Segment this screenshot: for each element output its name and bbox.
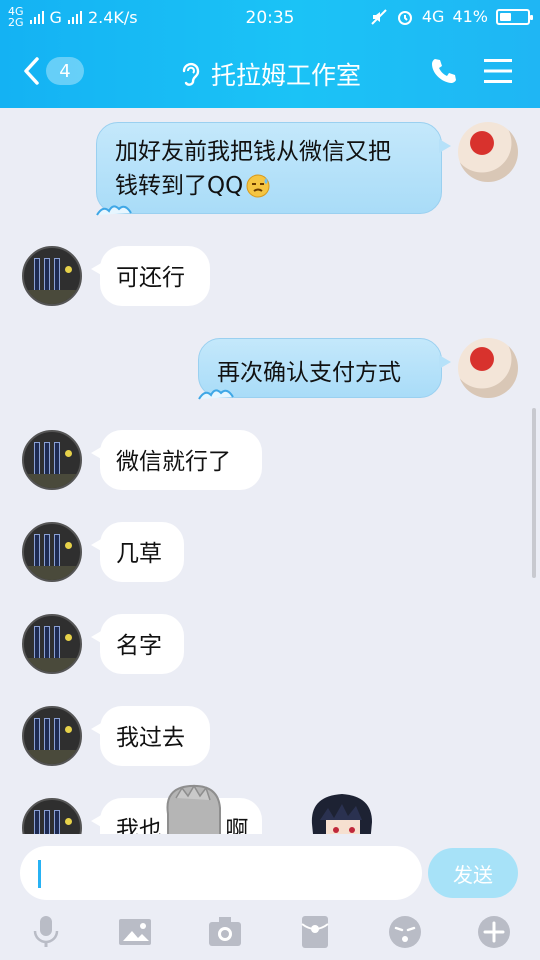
message-text: 可还行 — [116, 265, 185, 291]
message-text: 再次确认支付方式 — [217, 360, 401, 386]
camera-icon[interactable] — [207, 914, 243, 950]
message-bubble-in[interactable]: 几草 — [91, 522, 184, 582]
message-bubble-in[interactable]: 可还行 — [91, 246, 210, 306]
wave-decoration-icon — [198, 389, 234, 400]
red-packet-icon[interactable] — [297, 914, 333, 950]
top-header: 4G 2G G 2.4K/s 20:35 4G 41% 4 托拉姆工作室 — [0, 0, 540, 108]
self-avatar[interactable] — [458, 338, 518, 398]
message-text: 我过去 — [116, 725, 185, 751]
emoji-icon[interactable] — [387, 914, 423, 950]
anime-character-sticker — [311, 794, 372, 834]
message-text: 加好友前我把钱从微信又把 — [115, 139, 391, 165]
status-bar: 4G 2G G 2.4K/s 20:35 4G 41% — [0, 0, 540, 36]
contact-avatar[interactable] — [22, 430, 82, 490]
phone-call-icon[interactable] — [428, 56, 458, 86]
plus-icon[interactable] — [476, 914, 512, 950]
contact-avatar[interactable] — [22, 706, 82, 766]
menu-icon[interactable] — [484, 58, 512, 84]
title-bar: 4 托拉姆工作室 — [0, 36, 540, 108]
status-right: 4G 41% — [370, 7, 533, 26]
ear-icon — [182, 62, 200, 86]
network-4g-right: 4G — [421, 7, 445, 26]
message-text: 微信就行了 — [116, 449, 231, 475]
message-bubble-in[interactable]: 我过去 — [91, 706, 210, 766]
alarm-icon — [397, 10, 412, 25]
mute-icon — [371, 8, 387, 25]
message-text-line2: 钱转到了QQ — [115, 173, 244, 199]
sticker-overlay — [166, 784, 372, 834]
send-button[interactable]: 发送 — [428, 848, 518, 898]
message-bubble-out[interactable]: 再次确认支付方式 — [198, 338, 451, 400]
message-bubble-out[interactable]: 加好友前我把钱从微信又把 钱转到了QQ — [96, 122, 451, 216]
battery-icon — [496, 8, 533, 25]
input-toolbar — [0, 910, 540, 960]
message-bubble-in[interactable]: 微信就行了 — [91, 430, 262, 490]
text-caret — [38, 860, 41, 888]
self-avatar[interactable] — [458, 122, 518, 182]
composer-bar: 发送 — [0, 834, 540, 910]
chat-title-area[interactable]: 托拉姆工作室 — [0, 56, 540, 94]
battery-fill — [500, 12, 511, 21]
mic-icon[interactable] — [28, 914, 64, 950]
message-list[interactable]: 加好友前我把钱从微信又把 钱转到了QQ 可还行 再次确认支付方式 微信就行了 几… — [0, 108, 540, 834]
wave-decoration-icon — [96, 205, 132, 216]
gray-character-sticker — [166, 784, 221, 834]
battery-percent: 41% — [452, 7, 488, 26]
image-icon[interactable] — [117, 914, 153, 950]
sweat-emoji-icon — [246, 174, 270, 198]
contact-avatar[interactable] — [22, 246, 82, 306]
message-bubble-in[interactable]: 名字 — [91, 614, 184, 674]
chat-title: 托拉姆工作室 — [210, 61, 361, 90]
message-input[interactable] — [20, 846, 422, 900]
message-text: 几草 — [116, 541, 162, 567]
chat-scrollbar[interactable] — [532, 408, 536, 578]
contact-avatar[interactable] — [22, 614, 82, 674]
message-text: 名字 — [116, 633, 162, 659]
contact-avatar[interactable] — [22, 522, 82, 582]
